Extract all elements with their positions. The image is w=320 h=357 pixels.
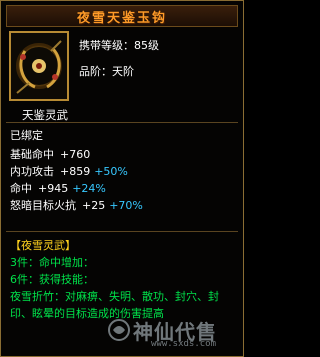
item-title: 夜雪天鉴玉钩 <box>76 10 167 26</box>
watermark-url: www.sxds.com <box>151 339 217 349</box>
stat-label: 怒暗目标火抗 <box>10 199 76 212</box>
stat-row: 怒暗目标火抗 +25 +70% <box>10 197 235 214</box>
item-icon-frame[interactable] <box>9 31 69 101</box>
stat-label: 命中 <box>10 182 32 195</box>
stat-label: 内功攻击 <box>10 165 54 178</box>
set-name: 【夜雪灵武】 <box>10 239 76 252</box>
stat-bonus-value: +50% <box>94 165 128 178</box>
stat-bonus-value: +70% <box>109 199 143 212</box>
set-skill-description: 夜雪折竹：对麻痹、失明、散功、封穴、封印、眩晕的目标造成的伤害提高 <box>10 290 219 320</box>
item-tier: 品阶：天阶 <box>79 65 134 78</box>
stat-bonus-value: +24% <box>72 182 106 195</box>
item-subname: 天鉴灵武 <box>22 108 68 122</box>
stat-base-value: +25 <box>82 199 106 212</box>
stat-base-value: +859 <box>60 165 91 178</box>
stat-row: 内功攻击 +859 +50% <box>10 163 235 180</box>
stats-list: 基础命中 +760 内功攻击 +859 +50% 命中 +945 +24% 怒暗目标火抗 +… <box>10 146 235 214</box>
set-effect-3-piece: 3件：命中增加： <box>10 256 94 269</box>
stat-base-value: +760 <box>60 148 91 161</box>
bind-status: 已绑定 <box>10 129 43 142</box>
jade-hook-weapon-icon <box>11 33 67 99</box>
title-bar: 夜雪天鉴玉钩 <box>6 5 238 27</box>
divider <box>6 122 238 123</box>
stat-row: 命中 +945 +24% <box>10 180 235 197</box>
carry-level: 携带等级：85级 <box>79 39 159 52</box>
stat-label: 基础命中 <box>10 148 54 161</box>
set-bonus-section: 【夜雪灵武】 3件：命中增加： 6件：获得技能： 夜雪折竹：对麻痹、失明、散功、… <box>10 237 238 322</box>
item-tooltip: 夜雪天鉴玉钩 携带等级：85级 品阶：天阶 天鉴灵武 已绑定 基础命中 +760… <box>0 0 244 357</box>
stat-base-value: +945 <box>38 182 69 195</box>
set-effect-6-piece: 6件：获得技能： <box>10 273 94 286</box>
stat-row: 基础命中 +760 <box>10 146 235 163</box>
divider <box>6 231 238 232</box>
